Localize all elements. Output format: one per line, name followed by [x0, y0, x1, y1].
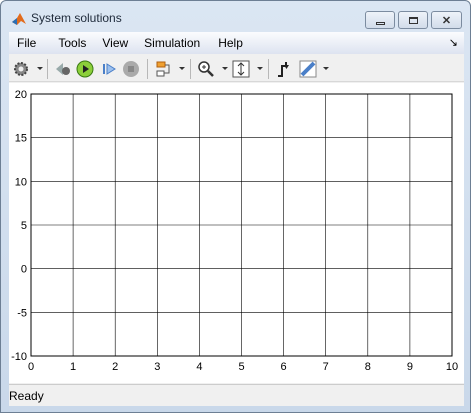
- maximize-icon: [408, 16, 418, 24]
- x-tick-label: 8: [365, 361, 371, 373]
- scale-axes-icon: [232, 60, 250, 78]
- close-icon: ✕: [441, 14, 452, 27]
- zoom-in-icon: [198, 61, 214, 77]
- x-tick-label: 1: [70, 361, 76, 373]
- step-back-icon: [56, 63, 70, 75]
- y-tick-label: 20: [15, 89, 27, 101]
- status-bar: Ready: [9, 384, 464, 406]
- signal-selector-button[interactable]: [153, 59, 173, 79]
- x-tick-label: 5: [238, 361, 244, 373]
- gear-icon: [14, 62, 28, 76]
- y-tick-label: 0: [21, 264, 27, 276]
- settings-dropdown-icon[interactable]: [37, 67, 43, 70]
- x-tick-label: 0: [28, 361, 34, 373]
- client-area: File Tools View Simulation Help ↘ 0 1 2 …: [9, 32, 464, 406]
- zoom-dropdown-icon[interactable]: [222, 67, 228, 70]
- run-icon: [76, 60, 94, 78]
- step-forward-button[interactable]: [99, 59, 119, 79]
- measurements-button[interactable]: [298, 59, 318, 79]
- menu-view[interactable]: View: [94, 36, 136, 50]
- minimize-icon: [375, 21, 385, 25]
- measurements-icon: [299, 60, 317, 78]
- signal-selector-dropdown-icon[interactable]: [179, 67, 185, 70]
- matlab-logo-icon: [12, 13, 26, 25]
- toolbar: [9, 55, 464, 82]
- x-tick-label: 2: [112, 361, 118, 373]
- measurements-dropdown-icon[interactable]: [323, 67, 329, 70]
- menu-simulation[interactable]: Simulation: [136, 36, 208, 50]
- y-tick-label: 5: [21, 220, 27, 232]
- stop-button[interactable]: [121, 59, 141, 79]
- status-text: Ready: [9, 389, 44, 403]
- x-tick-label: 4: [196, 361, 202, 373]
- step-back-button[interactable]: [53, 59, 73, 79]
- step-forward-icon: [103, 63, 116, 75]
- signal-selector-icon: [156, 61, 170, 77]
- dock-arrow-icon[interactable]: ↘: [449, 36, 458, 49]
- triggers-button[interactable]: [274, 59, 294, 79]
- scale-axes-button[interactable]: [231, 59, 251, 79]
- window-title: System solutions: [31, 11, 122, 25]
- x-tick-label: 7: [323, 361, 329, 373]
- scope-window: System solutions ✕ File Tools View Simul…: [0, 0, 471, 413]
- x-tick-label: 9: [407, 361, 413, 373]
- plot-panel: 0 1 2 3 4 5 6 7 8 9 10 -10 -5 0 5 10 15 20: [9, 83, 464, 383]
- settings-button[interactable]: [11, 59, 31, 79]
- minimize-button[interactable]: [365, 11, 395, 29]
- stop-icon: [123, 61, 139, 77]
- menu-tools[interactable]: Tools: [44, 36, 94, 50]
- run-button[interactable]: [75, 59, 95, 79]
- x-tick-label: 6: [281, 361, 287, 373]
- scope-axes[interactable]: 0 1 2 3 4 5 6 7 8 9 10 -10 -5 0 5 10 15 20: [9, 83, 464, 383]
- triggers-icon: [278, 62, 289, 77]
- maximize-button[interactable]: [398, 11, 428, 29]
- x-tick-label: 10: [446, 361, 458, 373]
- y-tick-label: -5: [17, 307, 27, 319]
- y-tick-label: 15: [15, 133, 27, 145]
- menu-file[interactable]: File: [9, 36, 44, 50]
- y-tick-label: -10: [11, 351, 27, 363]
- zoom-in-button[interactable]: [196, 59, 216, 79]
- x-tick-label: 3: [154, 361, 160, 373]
- menu-bar: File Tools View Simulation Help ↘: [9, 32, 464, 54]
- close-button[interactable]: ✕: [431, 11, 462, 29]
- y-tick-label: 10: [15, 176, 27, 188]
- menu-help[interactable]: Help: [208, 36, 251, 50]
- scale-dropdown-icon[interactable]: [257, 67, 263, 70]
